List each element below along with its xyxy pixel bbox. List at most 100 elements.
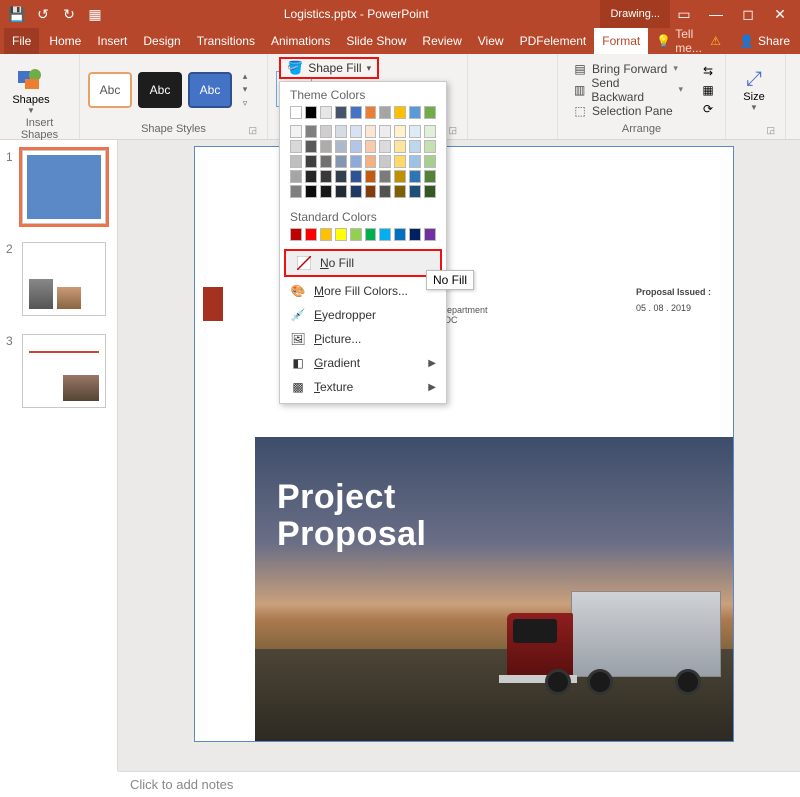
color-swatch[interactable] bbox=[305, 228, 317, 241]
no-fill-menuitem[interactable]: No Fill bbox=[284, 249, 442, 277]
undo-icon[interactable]: ↺ bbox=[32, 3, 54, 25]
shape-style-preset-2[interactable]: Abc bbox=[138, 72, 182, 108]
chevron-down-icon[interactable]: ▾ bbox=[678, 84, 683, 95]
color-swatch[interactable] bbox=[290, 140, 302, 153]
color-swatch[interactable] bbox=[365, 125, 377, 138]
color-swatch[interactable] bbox=[335, 185, 347, 198]
color-swatch[interactable] bbox=[379, 170, 391, 183]
shape-style-preset-3[interactable]: Abc bbox=[188, 72, 232, 108]
color-swatch[interactable] bbox=[305, 185, 317, 198]
shape-style-gallery-more[interactable]: ▴▾▿ bbox=[238, 71, 252, 109]
color-swatch[interactable] bbox=[350, 185, 362, 198]
redo-icon[interactable]: ↻ bbox=[58, 3, 80, 25]
color-swatch[interactable] bbox=[320, 170, 332, 183]
color-swatch[interactable] bbox=[305, 155, 317, 168]
slide-canvas[interactable]: Parks Department ington, DC Proposal Iss… bbox=[194, 146, 734, 742]
eyedropper-menuitem[interactable]: 💉 Eyedropper bbox=[280, 303, 446, 327]
color-swatch[interactable] bbox=[350, 228, 362, 241]
tab-format[interactable]: Format bbox=[594, 28, 648, 54]
color-swatch[interactable] bbox=[335, 106, 347, 119]
color-swatch[interactable] bbox=[290, 155, 302, 168]
color-swatch[interactable] bbox=[394, 140, 406, 153]
color-swatch[interactable] bbox=[305, 170, 317, 183]
color-swatch[interactable] bbox=[424, 125, 436, 138]
color-swatch[interactable] bbox=[335, 125, 347, 138]
color-swatch[interactable] bbox=[305, 140, 317, 153]
dialog-launcher-icon[interactable]: ◲ bbox=[448, 125, 457, 136]
save-icon[interactable]: 💾 bbox=[6, 3, 28, 25]
color-swatch[interactable] bbox=[424, 185, 436, 198]
gradient-fill-menuitem[interactable]: ◧ Gradient ▶ bbox=[280, 351, 446, 375]
color-swatch[interactable] bbox=[365, 155, 377, 168]
slide-thumbnail-3[interactable] bbox=[22, 334, 106, 408]
color-swatch[interactable] bbox=[350, 140, 362, 153]
color-swatch[interactable] bbox=[320, 106, 332, 119]
share-button[interactable]: 👤Share bbox=[729, 28, 800, 54]
tab-file[interactable]: File bbox=[4, 28, 39, 54]
color-swatch[interactable] bbox=[379, 125, 391, 138]
color-swatch[interactable] bbox=[379, 155, 391, 168]
size-button[interactable]: ⤢ Size ▼ bbox=[734, 62, 774, 118]
selection-pane-button[interactable]: ⬚Selection Pane bbox=[566, 101, 689, 121]
color-swatch[interactable] bbox=[424, 228, 436, 241]
dialog-launcher-icon[interactable]: ◲ bbox=[766, 125, 775, 136]
color-swatch[interactable] bbox=[394, 106, 406, 119]
color-swatch[interactable] bbox=[350, 170, 362, 183]
color-swatch[interactable] bbox=[320, 155, 332, 168]
ribbon-options-icon[interactable]: ▭ bbox=[670, 3, 698, 25]
color-swatch[interactable] bbox=[320, 140, 332, 153]
tab-pdfelement[interactable]: PDFelement bbox=[512, 28, 595, 54]
color-swatch[interactable] bbox=[409, 140, 421, 153]
color-swatch[interactable] bbox=[379, 185, 391, 198]
tab-review[interactable]: Review bbox=[414, 28, 469, 54]
dialog-launcher-icon[interactable]: ◲ bbox=[248, 125, 257, 136]
color-swatch[interactable] bbox=[350, 125, 362, 138]
color-swatch[interactable] bbox=[320, 185, 332, 198]
tell-me-search[interactable]: 💡Tell me...⚠ bbox=[648, 28, 729, 54]
texture-fill-menuitem[interactable]: ▩ Texture ▶ bbox=[280, 375, 446, 399]
color-swatch[interactable] bbox=[424, 170, 436, 183]
color-swatch[interactable] bbox=[379, 106, 391, 119]
color-swatch[interactable] bbox=[305, 125, 317, 138]
color-swatch[interactable] bbox=[394, 155, 406, 168]
color-swatch[interactable] bbox=[320, 228, 332, 241]
color-swatch[interactable] bbox=[394, 170, 406, 183]
slide-thumbnail-2[interactable] bbox=[22, 242, 106, 316]
color-swatch[interactable] bbox=[350, 106, 362, 119]
color-swatch[interactable] bbox=[365, 185, 377, 198]
color-swatch[interactable] bbox=[290, 106, 302, 119]
color-swatch[interactable] bbox=[365, 228, 377, 241]
slide-thumbnail-1[interactable] bbox=[22, 150, 106, 224]
color-swatch[interactable] bbox=[290, 125, 302, 138]
color-swatch[interactable] bbox=[409, 155, 421, 168]
send-backward-button[interactable]: ▥Send Backward▾ bbox=[566, 80, 689, 100]
tab-animations[interactable]: Animations bbox=[263, 28, 338, 54]
start-from-beginning-icon[interactable]: ▦ bbox=[84, 3, 106, 25]
minimize-icon[interactable]: ― bbox=[702, 3, 730, 25]
color-swatch[interactable] bbox=[350, 155, 362, 168]
color-swatch[interactable] bbox=[409, 185, 421, 198]
maximize-icon[interactable]: ◻ bbox=[734, 3, 762, 25]
color-swatch[interactable] bbox=[305, 106, 317, 119]
tab-view[interactable]: View bbox=[470, 28, 512, 54]
color-swatch[interactable] bbox=[424, 140, 436, 153]
color-swatch[interactable] bbox=[409, 228, 421, 241]
color-swatch[interactable] bbox=[409, 106, 421, 119]
color-swatch[interactable] bbox=[335, 155, 347, 168]
color-swatch[interactable] bbox=[394, 228, 406, 241]
color-swatch[interactable] bbox=[320, 125, 332, 138]
color-swatch[interactable] bbox=[394, 125, 406, 138]
color-swatch[interactable] bbox=[424, 106, 436, 119]
color-swatch[interactable] bbox=[409, 125, 421, 138]
color-swatch[interactable] bbox=[335, 170, 347, 183]
tab-slideshow[interactable]: Slide Show bbox=[338, 28, 414, 54]
color-swatch[interactable] bbox=[290, 228, 302, 241]
color-swatch[interactable] bbox=[365, 106, 377, 119]
color-swatch[interactable] bbox=[394, 185, 406, 198]
color-swatch[interactable] bbox=[335, 228, 347, 241]
color-swatch[interactable] bbox=[409, 170, 421, 183]
close-icon[interactable]: ✕ bbox=[766, 3, 794, 25]
color-swatch[interactable] bbox=[365, 170, 377, 183]
color-swatch[interactable] bbox=[424, 155, 436, 168]
shape-fill-button[interactable]: 🪣 Shape Fill ▾ bbox=[279, 57, 379, 79]
